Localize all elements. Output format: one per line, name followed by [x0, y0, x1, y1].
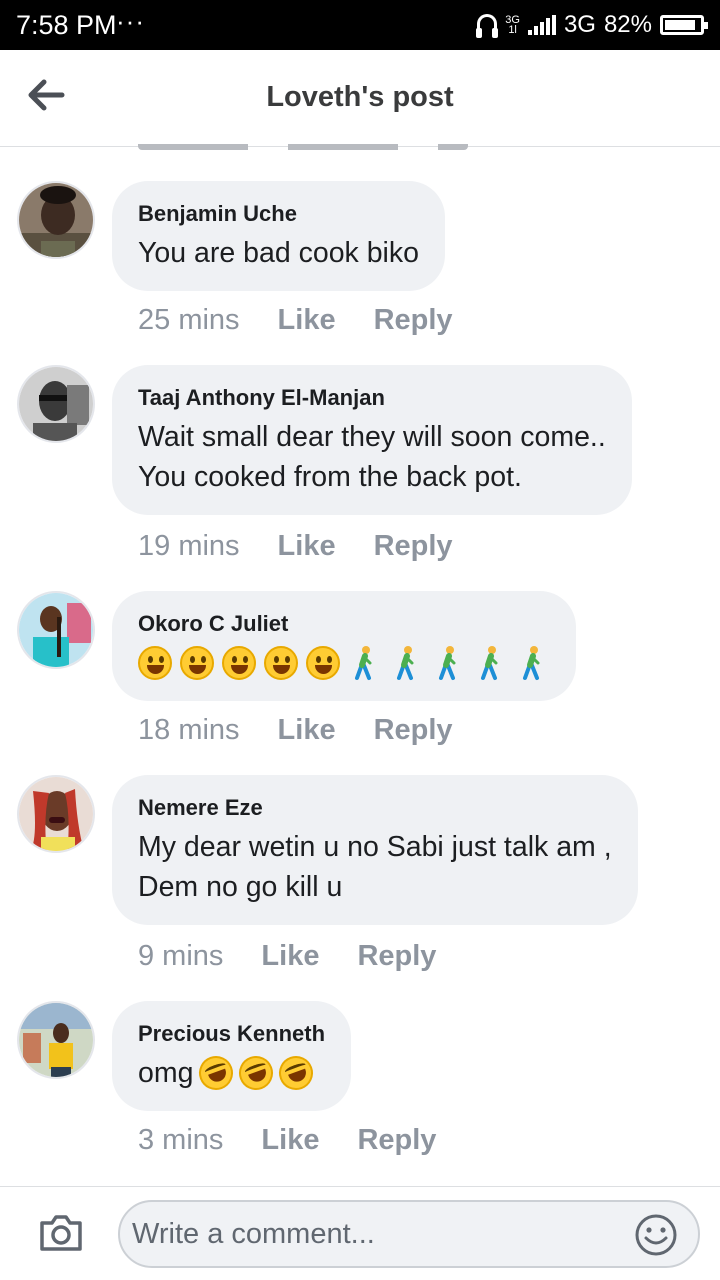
like-button[interactable]: Like	[261, 1124, 319, 1157]
battery-percent: 82%	[603, 11, 652, 38]
status-time: 7:58 PM	[16, 10, 117, 40]
comment-author[interactable]: Precious Kenneth	[138, 1021, 325, 1047]
avatar[interactable]	[17, 1001, 95, 1079]
walking-person-icon	[355, 646, 372, 680]
comment-actions: 19 mins Like Reply	[138, 530, 453, 563]
comment-author[interactable]: Okoro C Juliet	[138, 611, 550, 637]
reply-button[interactable]: Reply	[374, 714, 453, 747]
like-button[interactable]: Like	[278, 714, 336, 747]
battery-fill	[665, 20, 695, 30]
comment-bubble: Precious Kenneth omg	[112, 1001, 352, 1111]
grinning-face-icon	[306, 646, 340, 680]
signal-icon	[527, 15, 556, 35]
walking-person-icon	[481, 646, 498, 680]
like-button[interactable]: Like	[261, 940, 319, 973]
comment-time: 9 mins	[138, 940, 224, 972]
comment-bubble: Nemere Eze My dear wetin u no Sabi just …	[112, 775, 638, 925]
grinning-face-icon	[180, 646, 214, 680]
avatar[interactable]	[17, 181, 95, 259]
camera-button[interactable]	[38, 1213, 84, 1253]
grinning-face-icon	[222, 646, 256, 680]
comment-actions: 9 mins Like Reply	[138, 940, 436, 973]
like-button[interactable]: Like	[278, 530, 336, 563]
comment-input-box[interactable]	[118, 1200, 700, 1268]
comment-bubble: Taaj Anthony El-Manjan Wait small dear t…	[112, 365, 632, 515]
comment-text: Dem no go kill u	[138, 871, 343, 903]
comment-text: omg	[138, 1051, 325, 1095]
comment-composer	[0, 1186, 720, 1280]
comment-author[interactable]: Nemere Eze	[138, 795, 612, 821]
comment-text: My dear wetin u no Sabi just talk am ,	[138, 831, 612, 863]
post-header: Loveth's post	[0, 50, 720, 147]
data-indicator: 3G 1l	[505, 14, 520, 36]
walking-person-icon	[523, 646, 540, 680]
comment-input[interactable]	[132, 1212, 622, 1256]
notification-dots: ···	[116, 6, 145, 36]
battery-icon	[660, 15, 708, 35]
status-bar: 7:58 PM ··· 3G 1l 3G 82%	[0, 0, 720, 50]
walking-person-icon	[439, 646, 456, 680]
rolling-laughing-icon	[194, 1051, 239, 1095]
emoji-button[interactable]	[634, 1213, 678, 1257]
comment-bubble: Okoro C Juliet	[112, 591, 576, 701]
camera-icon	[40, 1215, 82, 1251]
comment-time: 25 mins	[138, 304, 240, 336]
comment-author[interactable]: Taaj Anthony El-Manjan	[138, 385, 606, 411]
page-title: Loveth's post	[266, 81, 454, 113]
rolling-laughing-icon	[274, 1051, 319, 1095]
reply-button[interactable]: Reply	[374, 304, 453, 337]
reply-button[interactable]: Reply	[374, 530, 453, 563]
grinning-face-icon	[264, 646, 298, 680]
comment-text-word: omg	[138, 1057, 194, 1089]
comment-actions: 18 mins Like Reply	[138, 714, 453, 747]
clipped-previous-meta	[138, 144, 468, 152]
walking-person-icon	[397, 646, 414, 680]
network-type: 3G	[563, 11, 596, 38]
smiley-icon	[635, 1214, 677, 1256]
comment-actions: 3 mins Like Reply	[138, 1124, 436, 1157]
comment-time: 3 mins	[138, 1124, 224, 1156]
comment-author[interactable]: Benjamin Uche	[138, 201, 419, 227]
avatar[interactable]	[17, 775, 95, 853]
comment-time: 18 mins	[138, 714, 240, 746]
comment-text: You are bad cook biko	[138, 237, 419, 269]
reply-button[interactable]: Reply	[357, 940, 436, 973]
like-button[interactable]: Like	[278, 304, 336, 337]
comment-bubble: Benjamin Uche You are bad cook biko	[112, 181, 445, 291]
avatar[interactable]	[17, 365, 95, 443]
comment-actions: 25 mins Like Reply	[138, 304, 453, 337]
status-indicators: 3G 1l 3G 82%	[476, 8, 708, 42]
grinning-face-icon	[138, 646, 172, 680]
comment-time: 19 mins	[138, 530, 240, 562]
reply-button[interactable]: Reply	[357, 1124, 436, 1157]
comment-text: You cooked from the back pot.	[138, 461, 522, 493]
comment-text: Wait small dear they will soon come..	[138, 421, 606, 453]
avatar[interactable]	[17, 591, 95, 669]
headset-icon	[476, 14, 499, 38]
rolling-laughing-icon	[234, 1051, 279, 1095]
emoji-row	[138, 643, 550, 683]
